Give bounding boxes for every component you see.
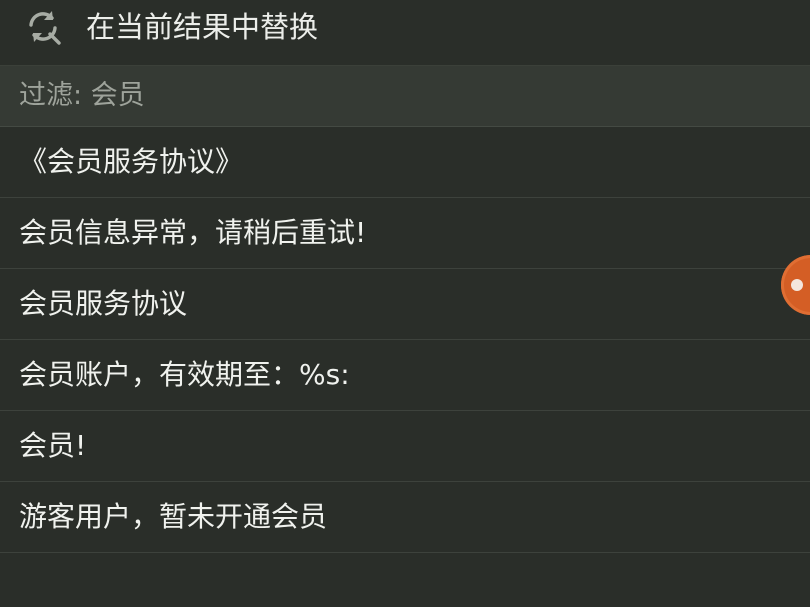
replace-in-results-label: 在当前结果中替换 (86, 10, 319, 44)
list-item[interactable]: 《会员服务协议》 (0, 127, 810, 198)
result-text: 会员服务协议 (19, 287, 188, 320)
filter-label: 过滤: 会员 (19, 80, 145, 111)
filter-bar: 过滤: 会员 (0, 66, 810, 127)
result-list: 《会员服务协议》 会员信息异常，请稍后重试! 会员服务协议 会员账户，有效期至：… (0, 127, 810, 553)
replace-in-results-action[interactable]: 在当前结果中替换 (0, 0, 810, 66)
result-text: 游客用户，暂未开通会员 (19, 500, 328, 533)
list-item[interactable]: 会员账户，有效期至：%s: (0, 340, 810, 411)
list-item[interactable]: 会员服务协议 (0, 269, 810, 340)
list-item[interactable]: 会员! (0, 411, 810, 482)
list-item[interactable]: 会员信息异常，请稍后重试! (0, 198, 810, 269)
result-text: 会员! (19, 429, 87, 462)
search-replace-screen: 在当前结果中替换 过滤: 会员 《会员服务协议》 会员信息异常，请稍后重试! 会… (0, 0, 810, 607)
result-text: 会员信息异常，请稍后重试! (19, 216, 367, 249)
list-item[interactable]: 游客用户，暂未开通会员 (0, 482, 810, 553)
floating-ball-dot-icon (791, 279, 803, 291)
result-text: 会员账户，有效期至：%s: (19, 358, 350, 391)
result-text: 《会员服务协议》 (19, 145, 244, 178)
replace-refresh-icon (29, 11, 61, 45)
